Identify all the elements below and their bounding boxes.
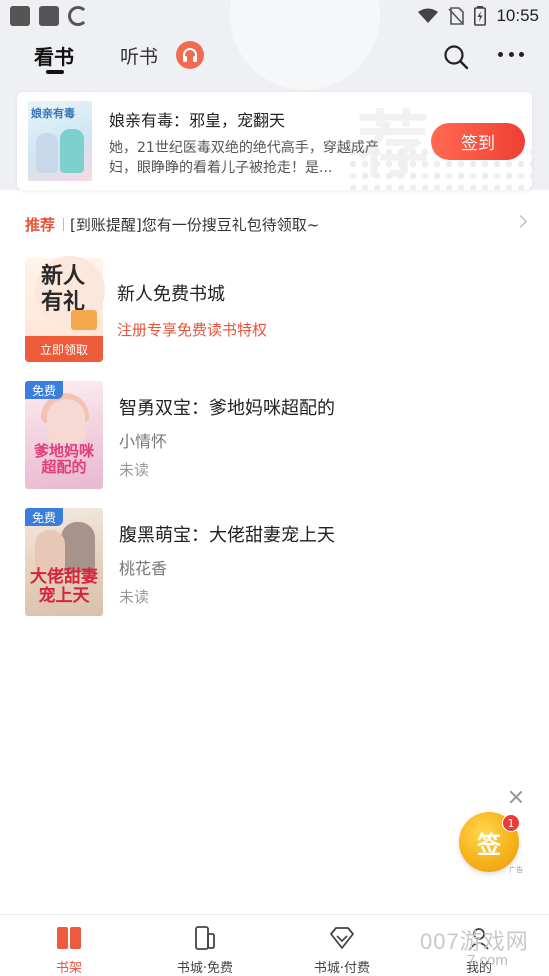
cover-figure (60, 129, 84, 173)
site-watermark-url: 7.com (467, 952, 508, 969)
notice-tag: 推荐 (25, 215, 56, 234)
cover-title: 爹地妈咪超配的 (33, 442, 94, 476)
clock: 10:55 (496, 6, 539, 25)
list-item-newbie[interactable]: 新人 有礼 立即领取 新人免费书城 注册专享免费读书特权 (0, 250, 549, 362)
list-item-book[interactable]: 免费 大佬甜妻宠上天 腹黑萌宝：大佬甜妻宠上天 桃花香 未读 (0, 508, 549, 618)
headphone-icon[interactable] (176, 41, 204, 69)
close-icon[interactable] (508, 789, 524, 805)
book-title: 腹黑萌宝：大佬甜妻宠上天 (119, 525, 335, 546)
notice-bar[interactable]: 推荐 [到账提醒]您有一份搜豆礼包待领取~ (0, 206, 549, 242)
tab-listen[interactable]: 听书 (120, 42, 158, 69)
book-title: 智勇双宝：爹地妈咪超配的 (119, 398, 335, 419)
no-sim-icon (448, 7, 465, 25)
newbie-title: 新人免费书城 (117, 284, 225, 305)
claim-now-button[interactable]: 立即领取 (25, 336, 103, 362)
book-cover[interactable]: 免费 爹地妈咪超配的 (25, 381, 103, 489)
book-cover[interactable]: 免费 大佬甜妻宠上天 (25, 508, 103, 616)
sync-icon (68, 6, 88, 26)
promo-book-title[interactable]: 娘亲有毒：邪皇，宠翻天 (109, 107, 285, 131)
read-status: 未读 (119, 588, 150, 606)
status-left-icons (10, 6, 88, 26)
gift-icon (71, 310, 97, 330)
newbie-cover-text: 新人 有礼 (40, 264, 85, 315)
free-badge: 免费 (25, 508, 63, 526)
notification-icon (10, 6, 30, 26)
ad-label: 广告 (509, 866, 523, 874)
chevron-right-icon[interactable] (514, 215, 527, 228)
cover-title: 大佬甜妻宠上天 (30, 567, 98, 606)
read-status: 未读 (119, 461, 150, 479)
book-author: 小情怀 (119, 432, 168, 451)
diamond-icon (330, 927, 354, 949)
status-right-icons: 10:55 (418, 6, 539, 26)
battery-icon (474, 6, 487, 26)
notification-icon (39, 6, 59, 26)
notice-text[interactable]: [到账提醒]您有一份搜豆礼包待领取~ (70, 214, 319, 235)
active-tab-indicator (46, 70, 64, 74)
more-options-icon[interactable] (498, 52, 524, 60)
newbie-subtitle: 注册专享免费读书特权 (117, 321, 268, 339)
promo-cover-title: 娘亲有毒 (31, 107, 75, 120)
notice-divider (63, 217, 65, 231)
search-icon[interactable] (443, 44, 469, 70)
promo-card[interactable]: 荐 娘亲有毒 娘亲有毒：邪皇，宠翻天 她，21世纪医毒双绝的绝代高手，穿越成产妇… (17, 92, 532, 190)
notification-badge: 1 (502, 814, 520, 832)
promo-book-description: 她，21世纪医毒双绝的绝代高手，穿越成产妇，眼睁睁的看着儿子被抢走！是... (109, 140, 379, 176)
status-bar: 10:55 (0, 0, 549, 32)
cover-figure (36, 133, 58, 173)
tab-read[interactable]: 看书 (34, 41, 74, 70)
wifi-icon (418, 8, 439, 23)
book-author: 桃花香 (119, 559, 168, 578)
newbie-gift-cover[interactable]: 新人 有礼 立即领取 (25, 256, 105, 362)
phone-book-icon (195, 926, 215, 950)
nav-store-paid[interactable]: 书城·付费 (287, 925, 397, 976)
nav-bookshelf[interactable]: 书架 (14, 925, 124, 976)
nav-store-free[interactable]: 书城·免费 (150, 925, 260, 976)
list-item-book[interactable]: 免费 爹地妈咪超配的 智勇双宝：爹地妈咪超配的 小情怀 未读 (0, 381, 549, 491)
bookshelf-icon (56, 925, 82, 951)
signin-button[interactable]: 签到 (431, 123, 525, 160)
promo-book-cover[interactable]: 娘亲有毒 (28, 101, 92, 181)
top-header: 看书 听书 (0, 32, 549, 82)
free-badge: 免费 (25, 381, 63, 399)
